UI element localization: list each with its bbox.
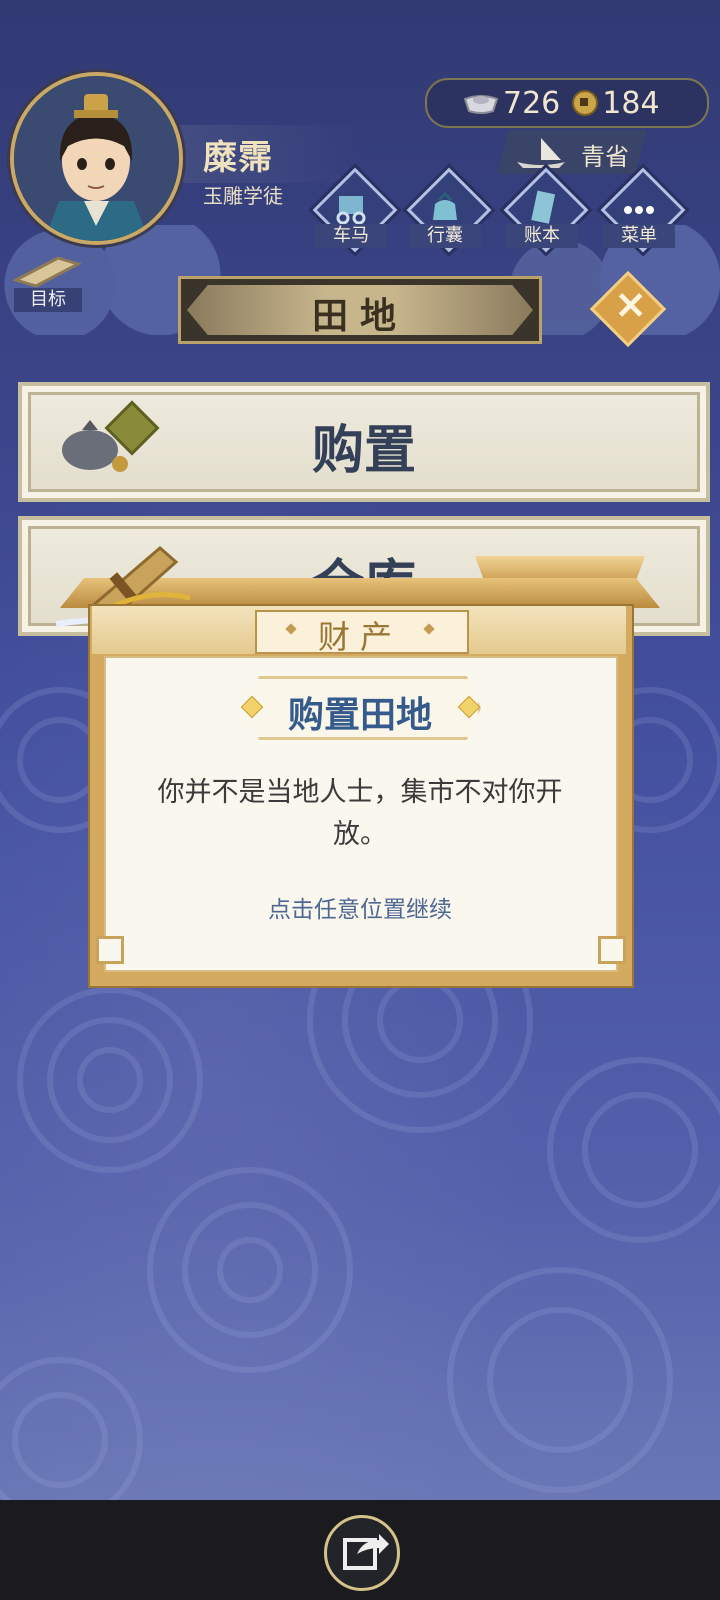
bag-button[interactable]: 行囊 bbox=[405, 167, 492, 253]
dialog-title: 购置田地 bbox=[287, 695, 432, 736]
location-badge[interactable]: 青省 bbox=[497, 130, 647, 174]
menu-label-purchase: 购置 bbox=[311, 421, 416, 481]
currency-bar: 726 184 bbox=[425, 78, 709, 128]
ledger-label: 账本 bbox=[506, 224, 578, 248]
menu-card-purchase[interactable]: 购置 bbox=[18, 382, 710, 502]
page-title-plaque: 田地 bbox=[178, 276, 542, 344]
bag-label: 行囊 bbox=[409, 224, 481, 248]
player-title: 玉雕学徒 bbox=[203, 184, 283, 208]
menu-button[interactable]: 菜单 bbox=[599, 167, 686, 253]
location-name: 青省 bbox=[581, 143, 629, 171]
copper-coin-icon bbox=[572, 90, 599, 116]
dialog-continue-hint[interactable]: 点击任意位置继续 bbox=[132, 890, 588, 924]
ledger-button[interactable]: 账本 bbox=[502, 167, 589, 253]
carriage-label: 车马 bbox=[315, 224, 387, 248]
dialog-corner bbox=[598, 936, 626, 964]
dialog-header-label: 财产 bbox=[317, 618, 402, 656]
coin-amount: 184 bbox=[602, 85, 660, 121]
scroll-icon[interactable] bbox=[12, 250, 82, 290]
silver-ingot-icon bbox=[463, 95, 499, 114]
player-name: 糜霈 bbox=[203, 138, 273, 178]
ship-icon bbox=[517, 138, 565, 168]
share-button[interactable] bbox=[324, 1515, 400, 1591]
silver-amount: 726 bbox=[503, 85, 561, 121]
share-icon bbox=[343, 1534, 389, 1570]
close-icon: × bbox=[613, 281, 648, 328]
player-avatar[interactable] bbox=[10, 72, 183, 245]
dialog-message: 你并不是当地人士，集市不对你开放。 bbox=[157, 777, 563, 850]
carriage-button[interactable]: 车马 bbox=[311, 167, 398, 253]
menu-label: 菜单 bbox=[603, 224, 675, 248]
dialog-corner bbox=[96, 936, 124, 964]
goal-label[interactable]: 目标 bbox=[14, 288, 82, 312]
page-title: 田地 bbox=[311, 296, 408, 337]
